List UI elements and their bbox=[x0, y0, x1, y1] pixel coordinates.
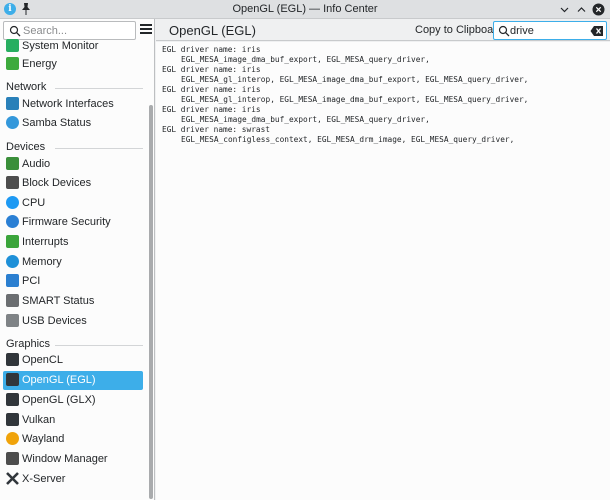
clear-text-icon[interactable] bbox=[590, 25, 604, 37]
output-line: EGL_MESA_gl_interop, EGL_MESA_image_dma_… bbox=[181, 95, 529, 104]
sidebar-item-usb-devices[interactable]: USB Devices bbox=[0, 312, 147, 331]
minimize-button[interactable] bbox=[558, 3, 571, 16]
sidebar-item-system-monitor[interactable]: System Monitor bbox=[0, 37, 147, 56]
cpu-icon bbox=[6, 196, 19, 209]
sidebar-item-samba-status[interactable]: Samba Status bbox=[0, 114, 147, 133]
output-line: EGL driver name: swrast bbox=[162, 125, 270, 134]
section-divider bbox=[55, 88, 143, 89]
interrupts-icon bbox=[6, 235, 19, 248]
output-line: EGL_MESA_image_dma_buf_export, EGL_MESA_… bbox=[181, 55, 430, 64]
sidebar-item-opengl-glx[interactable]: OpenGL (GLX) bbox=[0, 391, 147, 410]
output-line: EGL driver name: iris bbox=[162, 65, 261, 74]
memory-icon bbox=[6, 255, 19, 268]
copy-to-clipboard-label: Copy to Clipboard bbox=[415, 24, 504, 36]
sidebar-item-smart-status[interactable]: SMART Status bbox=[0, 292, 147, 311]
output-line: EGL driver name: iris bbox=[162, 45, 261, 54]
maximize-button[interactable] bbox=[575, 3, 588, 16]
wayland-icon bbox=[6, 432, 19, 445]
sidebar-item-label: Firmware Security bbox=[22, 216, 111, 228]
block-devices-icon bbox=[6, 176, 19, 189]
copy-to-clipboard-button[interactable]: Copy to Clipboard bbox=[406, 21, 503, 39]
sidebar-item-network-interfaces[interactable]: Network Interfaces bbox=[0, 95, 147, 114]
section-header-devices: Devices bbox=[6, 141, 46, 153]
sidebar-item-label: OpenCL bbox=[22, 354, 63, 366]
filter-search-box[interactable] bbox=[493, 21, 607, 40]
sidebar-item-label: Network Interfaces bbox=[22, 98, 114, 110]
sidebar: System Monitor Energy Network Network In… bbox=[0, 19, 155, 500]
egl-output-text: EGL driver name: iris EGL_MESA_image_dma… bbox=[162, 45, 602, 145]
sidebar-item-label: Wayland bbox=[22, 433, 65, 445]
sidebar-item-x-server[interactable]: X-Server bbox=[0, 470, 147, 489]
sidebar-item-label: Block Devices bbox=[22, 177, 92, 189]
hamburger-line bbox=[140, 32, 152, 34]
sidebar-item-block-devices[interactable]: Block Devices bbox=[0, 174, 147, 193]
sidebar-item-label: Energy bbox=[22, 58, 57, 70]
page-title: OpenGL (EGL) bbox=[169, 23, 256, 38]
pci-icon bbox=[6, 274, 19, 287]
sidebar-item-firmware-security[interactable]: Firmware Security bbox=[0, 213, 147, 232]
title-bar: i OpenGL (EGL) — Info Center bbox=[0, 0, 610, 19]
section-header-graphics: Graphics bbox=[6, 338, 51, 350]
usb-devices-icon bbox=[6, 314, 19, 327]
sidebar-item-opencl[interactable]: OpenCL bbox=[0, 351, 147, 370]
sidebar-item-energy[interactable]: Energy bbox=[0, 55, 147, 74]
opengl-egl-icon bbox=[6, 373, 19, 386]
firmware-security-icon bbox=[6, 215, 19, 228]
smart-status-icon bbox=[6, 294, 19, 307]
output-line: EGL driver name: iris bbox=[162, 105, 261, 114]
search-icon bbox=[9, 25, 21, 37]
network-interfaces-icon bbox=[6, 97, 19, 110]
x-server-icon bbox=[6, 472, 19, 485]
window-title: OpenGL (EGL) — Info Center bbox=[232, 3, 378, 15]
output-line: EGL_MESA_gl_interop, EGL_MESA_image_dma_… bbox=[181, 75, 529, 84]
sidebar-item-vulkan[interactable]: Vulkan bbox=[0, 411, 147, 430]
sidebar-item-cpu[interactable]: CPU bbox=[0, 194, 147, 213]
sidebar-item-pci[interactable]: PCI bbox=[0, 272, 147, 291]
sidebar-item-label: OpenGL (GLX) bbox=[22, 394, 96, 406]
window-manager-icon bbox=[6, 452, 19, 465]
info-output-view[interactable]: EGL driver name: iris EGL_MESA_image_dma… bbox=[156, 42, 610, 500]
section-header-network: Network bbox=[6, 81, 47, 93]
sidebar-item-label: SMART Status bbox=[22, 295, 95, 307]
sidebar-item-label: Samba Status bbox=[22, 117, 92, 129]
opencl-icon bbox=[6, 353, 19, 366]
vulkan-icon bbox=[6, 413, 19, 426]
energy-icon bbox=[6, 57, 19, 70]
opengl-glx-icon bbox=[6, 393, 19, 406]
page-header: OpenGL (EGL) Copy to Clipboard bbox=[156, 19, 610, 41]
sidebar-item-label: Vulkan bbox=[22, 414, 56, 426]
sidebar-item-label: PCI bbox=[22, 275, 41, 287]
sidebar-item-label: Interrupts bbox=[22, 236, 69, 248]
sidebar-item-interrupts[interactable]: Interrupts bbox=[0, 233, 147, 252]
sidebar-item-memory[interactable]: Memory bbox=[0, 253, 147, 272]
output-line: EGL_MESA_image_dma_buf_export, EGL_MESA_… bbox=[181, 115, 430, 124]
sidebar-item-audio[interactable]: Audio bbox=[0, 155, 147, 174]
samba-icon bbox=[6, 116, 19, 129]
section-divider bbox=[55, 148, 143, 149]
output-line: EGL_MESA_configless_context, EGL_MESA_dr… bbox=[181, 135, 515, 144]
audio-icon bbox=[6, 157, 19, 170]
output-line: EGL driver name: iris bbox=[162, 85, 261, 94]
system-monitor-icon bbox=[6, 39, 19, 52]
sidebar-item-label: OpenGL (EGL) bbox=[22, 374, 96, 386]
hamburger-line bbox=[140, 28, 152, 30]
sidebar-item-label: X-Server bbox=[22, 473, 66, 485]
sidebar-item-label: CPU bbox=[22, 197, 46, 209]
sidebar-item-wayland[interactable]: Wayland bbox=[0, 430, 147, 449]
sidebar-item-label: System Monitor bbox=[22, 40, 99, 52]
sidebar-search-input[interactable] bbox=[23, 23, 133, 38]
hamburger-line bbox=[140, 24, 152, 26]
filter-search-input[interactable] bbox=[510, 23, 588, 38]
sidebar-item-label: USB Devices bbox=[22, 315, 87, 327]
sidebar-item-label: Audio bbox=[22, 158, 51, 170]
hamburger-menu-icon[interactable] bbox=[140, 24, 152, 36]
close-button[interactable] bbox=[592, 3, 605, 16]
sidebar-item-opengl-egl[interactable]: OpenGL (EGL) bbox=[3, 371, 143, 390]
section-divider bbox=[55, 345, 143, 346]
search-icon bbox=[498, 25, 510, 37]
sidebar-item-label: Memory bbox=[22, 256, 62, 268]
sidebar-item-label: Window Manager bbox=[22, 453, 108, 465]
sidebar-scrollbar-thumb[interactable] bbox=[149, 105, 153, 499]
sidebar-item-window-manager[interactable]: Window Manager bbox=[0, 450, 147, 469]
